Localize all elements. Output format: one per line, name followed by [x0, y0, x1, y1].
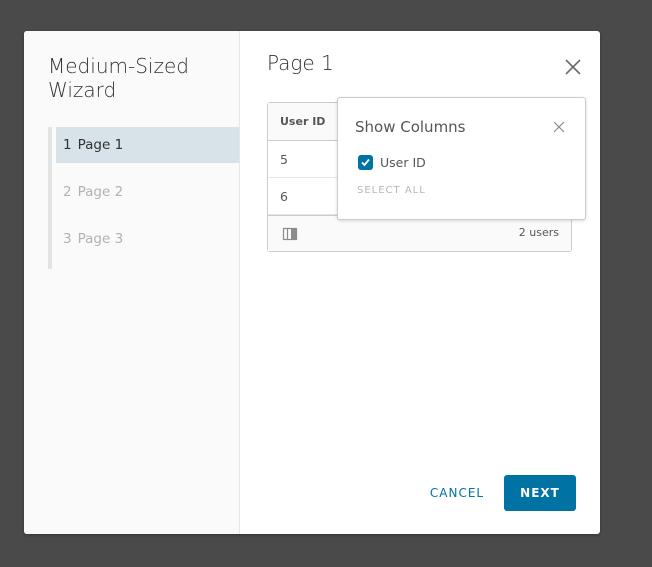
step-label: Page 2 — [77, 184, 124, 200]
popover-close-button[interactable] — [553, 121, 565, 133]
step-label: Page 3 — [77, 231, 124, 247]
step-page-1[interactable]: 1 Page 1 — [56, 127, 239, 163]
step-page-3[interactable]: 3 Page 3 — [56, 221, 239, 257]
close-icon — [565, 59, 581, 75]
page-title: Page 1 — [267, 51, 334, 75]
grid-footer: 2 users — [268, 215, 571, 251]
column-toggle-button[interactable] — [282, 226, 298, 242]
step-number: 3 — [63, 231, 72, 247]
wizard-content: Page 1 User ID 5 6 2 users Show Columns … — [240, 31, 600, 534]
item-count: 2 users — [518, 226, 559, 239]
cell-user-id: 6 — [280, 189, 288, 204]
cancel-button[interactable]: CANCEL — [424, 475, 490, 511]
step-number: 1 — [63, 137, 72, 153]
wizard-title: Medium-Sized Wizard — [48, 54, 189, 102]
wizard-modal: Medium-Sized Wizard 1 Page 1 2 Page 2 3 … — [24, 31, 600, 534]
close-button[interactable] — [563, 57, 583, 77]
close-icon — [553, 121, 565, 133]
step-number: 2 — [63, 184, 72, 200]
step-list: 1 Page 1 2 Page 2 3 Page 3 — [48, 127, 243, 269]
checkbox-checked[interactable] — [358, 155, 373, 170]
column-header-user-id[interactable]: User ID — [280, 115, 325, 128]
step-label: Page 1 — [77, 137, 124, 153]
next-button[interactable]: NEXT — [504, 475, 576, 511]
select-all-button[interactable]: SELECT ALL — [357, 185, 426, 196]
wizard-stepnav: Medium-Sized Wizard 1 Page 1 2 Page 2 3 … — [24, 31, 240, 534]
step-page-2[interactable]: 2 Page 2 — [56, 174, 239, 210]
show-columns-popover: Show Columns User ID SELECT ALL — [337, 97, 586, 220]
column-checkbox-user-id[interactable]: User ID — [358, 155, 426, 170]
checkmark-icon — [361, 158, 370, 167]
cell-user-id: 5 — [280, 152, 288, 167]
popover-title: Show Columns — [355, 118, 466, 136]
checkbox-label: User ID — [380, 155, 426, 170]
columns-icon — [282, 227, 298, 241]
